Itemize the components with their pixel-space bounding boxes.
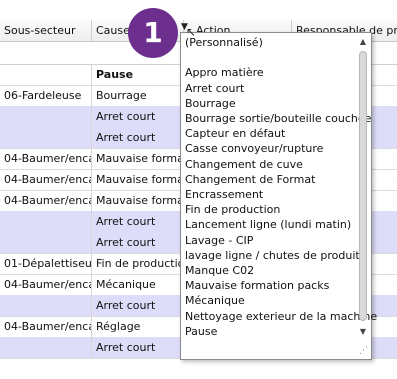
- table-cell[interactable]: [0, 232, 92, 253]
- dropdown-item[interactable]: Lancement ligne (lundi matin): [185, 217, 351, 232]
- dropdown-item[interactable]: Mécanique: [185, 293, 245, 308]
- scroll-up-icon[interactable]: ▲: [357, 37, 369, 47]
- header-sous-secteur[interactable]: Sous-secteur: [0, 20, 92, 41]
- dropdown-item[interactable]: lavage ligne / chutes de produits: [185, 248, 365, 263]
- dropdown-item[interactable]: Encrassement: [185, 187, 263, 202]
- table-cell[interactable]: Arret court: [92, 211, 184, 232]
- table-cell[interactable]: [0, 337, 92, 358]
- scrollbar-thumb[interactable]: [359, 51, 367, 321]
- mouse-cursor-icon: ↖: [186, 25, 197, 39]
- step-number-badge: 1: [128, 8, 178, 58]
- table-cell[interactable]: Mauvaise format.: [92, 169, 184, 190]
- table-cell[interactable]: Arret court: [92, 295, 184, 316]
- table-cell[interactable]: Arret court: [92, 127, 184, 148]
- table-cell[interactable]: Arret court: [92, 232, 184, 253]
- table-cell[interactable]: 04-Baumer/encar: [0, 148, 92, 169]
- resize-grip-icon[interactable]: ⋰: [359, 346, 368, 356]
- table-cell[interactable]: 04-Baumer/encar: [0, 190, 92, 211]
- dropdown-item[interactable]: Pause: [185, 324, 217, 339]
- table-cell[interactable]: Arret court: [92, 106, 184, 127]
- dropdown-item[interactable]: Appro matière: [185, 65, 264, 80]
- table-cell[interactable]: [0, 64, 92, 85]
- dropdown-item[interactable]: Capteur en défaut: [185, 126, 285, 141]
- dropdown-item[interactable]: Fin de production: [185, 202, 280, 217]
- table-cell[interactable]: 04-Baumer/encar: [0, 169, 92, 190]
- table-cell[interactable]: Pause: [92, 64, 184, 85]
- table-cell[interactable]: Mauvaise format.: [92, 148, 184, 169]
- dropdown-item[interactable]: Casse convoyeur/rupture: [185, 141, 323, 156]
- table-cell[interactable]: 06-Fardeleuse: [0, 85, 92, 106]
- table-cell[interactable]: Réglage: [92, 316, 184, 337]
- table-cell[interactable]: [0, 127, 92, 148]
- dropdown-scrollbar[interactable]: ▲ ▼: [357, 37, 369, 337]
- table-cell[interactable]: 04-Baumer/encar: [0, 316, 92, 337]
- table-cell[interactable]: [0, 106, 92, 127]
- dropdown-item[interactable]: Bourrage sortie/bouteille couchée: [185, 111, 371, 126]
- dropdown-item[interactable]: Lavage - CIP: [185, 233, 253, 248]
- dropdown-item[interactable]: Nettoyage exterieur de la machine: [185, 309, 377, 324]
- dropdown-item[interactable]: Changement de cuve: [185, 157, 303, 172]
- table-cell[interactable]: [0, 211, 92, 232]
- cause-filter-dropdown[interactable]: (Personnalisé) Appro matière Arret court Bo…: [180, 32, 377, 360]
- scroll-down-icon[interactable]: ▼: [357, 327, 369, 337]
- table-cell[interactable]: Bourrage: [92, 85, 184, 106]
- table-cell[interactable]: Mécanique: [92, 274, 184, 295]
- table-cell[interactable]: [0, 295, 92, 316]
- dropdown-item[interactable]: Bourrage: [185, 96, 236, 111]
- dropdown-item[interactable]: (Personnalisé): [185, 35, 263, 50]
- dropdown-item[interactable]: Arret court: [185, 81, 244, 96]
- dropdown-item[interactable]: Changement de Format: [185, 172, 315, 187]
- dropdown-item[interactable]: Manque C02: [185, 263, 254, 278]
- table-cell[interactable]: Arret court: [92, 337, 184, 358]
- table-cell[interactable]: 01-Dépalettiseur: [0, 253, 92, 274]
- table-cell[interactable]: Fin de production: [92, 253, 184, 274]
- table-cell[interactable]: Mauvaise format.: [92, 190, 184, 211]
- table-cell[interactable]: 04-Baumer/encar: [0, 274, 92, 295]
- dropdown-item[interactable]: Mauvaise formation packs: [185, 278, 329, 293]
